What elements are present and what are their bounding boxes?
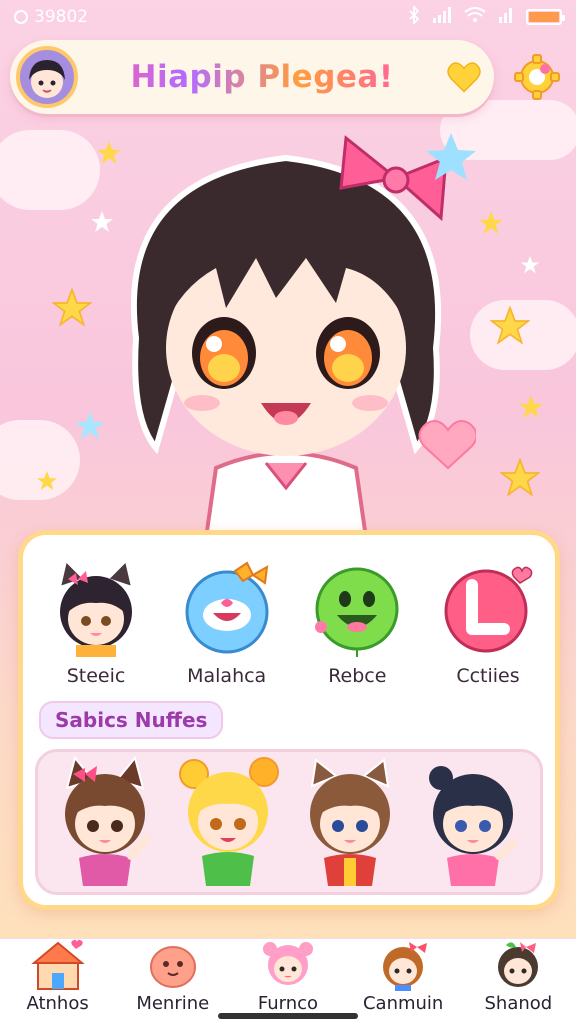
friends-panel <box>35 749 543 895</box>
avatar-face-icon <box>29 60 65 98</box>
sticker-item-cctiies[interactable]: Cctiies <box>429 557 547 707</box>
star-icon <box>479 211 503 234</box>
nav-item-canmuin[interactable]: Canmuin <box>348 939 458 1024</box>
cloud-decor <box>0 130 100 210</box>
status-right <box>408 4 565 29</box>
settings-gear-icon[interactable] <box>512 52 562 102</box>
navy-hair-girl-icon[interactable] <box>417 752 529 886</box>
nav-label: Furnco <box>257 993 319 1014</box>
sticker-item-malahca[interactable]: Malahca <box>168 557 286 707</box>
star-icon <box>520 255 540 274</box>
home-indicator[interactable] <box>218 1013 358 1019</box>
sticker-row: Steeic Malahca Rebce Cctiies <box>37 557 547 707</box>
status-time: 39802 <box>34 7 89 27</box>
bear-ear-girl-icon[interactable] <box>294 752 406 886</box>
nav-item-menrine[interactable]: Menrine <box>118 939 228 1024</box>
status-left: 39802 <box>14 7 88 27</box>
sticker-item-steeic[interactable]: Steeic <box>37 557 155 707</box>
header-bar: Hiapip Plegea! <box>10 40 494 114</box>
star-icon <box>52 288 92 327</box>
nav-item-furnco[interactable]: Furnco <box>233 939 343 1024</box>
cat-girl-sticker-icon <box>58 559 134 657</box>
sticker-label: Rebce <box>328 665 387 687</box>
nav-item-atnhos[interactable]: Atnhos <box>3 939 113 1024</box>
bow-girl-icon <box>383 942 428 991</box>
sticker-label: Malahca <box>187 665 267 687</box>
sticker-card: Steeic Malahca Rebce Cctiies Sabics Nuff… <box>18 530 560 910</box>
heart-icon[interactable] <box>446 61 482 93</box>
sticker-label: Steeic <box>66 665 126 687</box>
green-smile-face-icon <box>315 567 399 657</box>
status-bar: 39802 <box>0 0 576 34</box>
blonde-girl-icon[interactable] <box>172 752 284 886</box>
cat-ear-girl-icon[interactable] <box>49 752 161 886</box>
status-dot-icon <box>14 10 28 24</box>
star-icon <box>500 458 540 497</box>
star-icon <box>36 470 58 491</box>
signal-icon <box>432 6 452 28</box>
pink-bear-girl-icon <box>262 942 313 985</box>
pink-blob-icon <box>149 946 196 988</box>
nav-label: Atnhos <box>26 993 89 1014</box>
nav-item-shanod[interactable]: Shanod <box>463 939 573 1024</box>
bluetooth-icon <box>408 4 420 29</box>
star-icon <box>490 306 530 345</box>
pink-l-badge-icon <box>444 566 533 653</box>
blue-bubble-face-icon <box>185 561 269 654</box>
avatar[interactable] <box>16 46 78 108</box>
nav-label: Menrine <box>136 993 210 1014</box>
hero-character-illustration <box>130 133 476 538</box>
star-icon <box>519 395 543 418</box>
house-icon <box>30 939 85 990</box>
section-title-pill[interactable]: Sabics Nuffes <box>39 701 224 739</box>
bottom-nav: Atnhos Menrine Furnco Canmuin Shanod <box>0 938 576 1024</box>
nav-label: Canmuin <box>362 993 444 1014</box>
sticker-item-rebce[interactable]: Rebce <box>298 557 416 707</box>
signal-icon-2 <box>498 7 514 28</box>
app-title: Hiapip Plegea! <box>78 59 446 95</box>
sticker-label: Cctiies <box>456 665 520 687</box>
leaf-girl-icon <box>498 942 539 987</box>
wifi-icon <box>464 6 486 28</box>
battery-icon <box>526 9 565 25</box>
battery-fill <box>529 12 559 22</box>
nav-label: Shanod <box>484 993 553 1014</box>
